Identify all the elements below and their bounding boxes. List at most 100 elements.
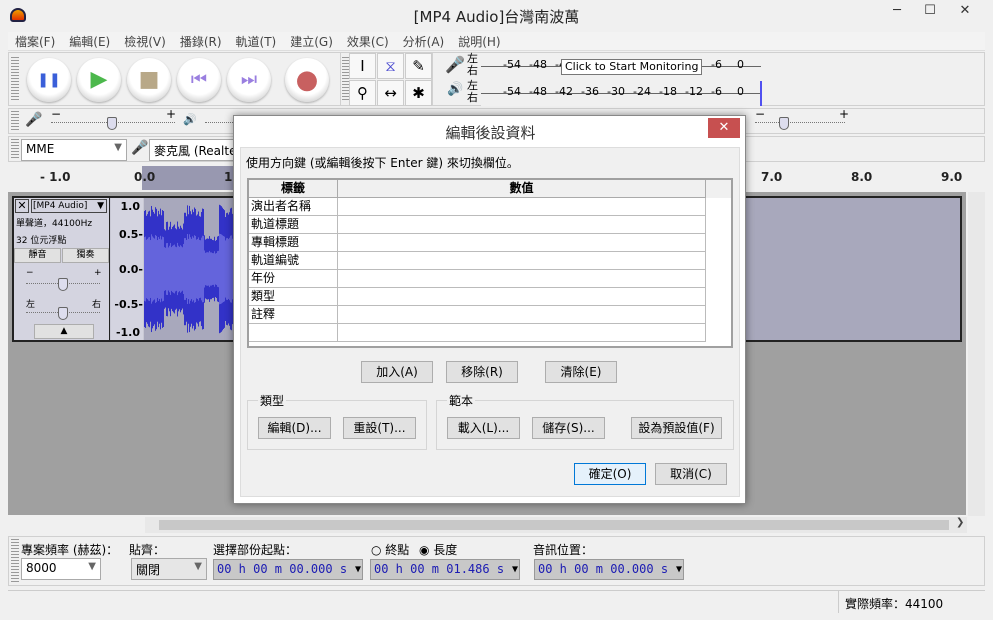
grid-row[interactable]: 年份 xyxy=(249,270,731,288)
selection-tool-icon[interactable]: I xyxy=(349,53,376,79)
menu-item[interactable]: 分析(A) xyxy=(396,32,452,51)
speaker-icon: 🔊 xyxy=(183,113,197,126)
toolbar-grip[interactable] xyxy=(11,539,19,583)
project-rate-select[interactable]: 8000 ▼ xyxy=(21,558,101,580)
dialog-close-button[interactable]: ✕ xyxy=(708,118,740,138)
record-button[interactable]: ● xyxy=(285,58,329,102)
skip-to-end-button[interactable]: ⏭ xyxy=(227,58,271,102)
mute-button[interactable]: 靜音 xyxy=(14,248,61,263)
envelope-tool-icon[interactable]: ⧖ xyxy=(377,53,404,79)
toolbar-grip[interactable] xyxy=(11,111,19,131)
reset-genre-button[interactable]: 重設(T)... xyxy=(343,417,416,439)
grid-row[interactable]: 軌道標題 xyxy=(249,216,731,234)
edit-genre-button[interactable]: 編輯(D)... xyxy=(258,417,331,439)
collapse-button[interactable]: ▲ xyxy=(34,324,94,339)
waveform-sample xyxy=(146,239,147,299)
value-cell[interactable] xyxy=(338,324,706,342)
slider-thumb[interactable] xyxy=(58,278,68,291)
monitoring-tooltip[interactable]: Click to Start Monitoring xyxy=(561,59,703,75)
clear-button[interactable]: 清除(E) xyxy=(545,361,617,383)
column-header-value[interactable]: 數值 xyxy=(338,180,706,198)
slider-thumb[interactable] xyxy=(58,307,68,320)
tag-cell[interactable]: 類型 xyxy=(249,288,338,306)
solo-button[interactable]: 獨奏 xyxy=(62,248,109,263)
grid-row[interactable] xyxy=(249,324,731,342)
track-close-button[interactable]: ✕ xyxy=(15,199,29,213)
menu-item[interactable]: 播錄(R) xyxy=(173,32,229,51)
track-menu-button[interactable]: [MP4 Audio] ▼ xyxy=(31,199,107,213)
waveform-sample xyxy=(226,238,227,300)
save-template-button[interactable]: 儲存(S)... xyxy=(532,417,605,439)
menu-item[interactable]: 軌道(T) xyxy=(229,32,284,51)
slider-thumb[interactable] xyxy=(107,117,117,130)
waveform-sample xyxy=(228,239,229,299)
microphone-icon[interactable]: 🎤 xyxy=(445,55,465,74)
grid-row[interactable]: 演出者名稱 xyxy=(249,198,731,216)
snap-select[interactable]: 關閉 ▼ xyxy=(131,558,207,580)
menu-item[interactable]: 說明(H) xyxy=(451,32,507,51)
selection-start-field[interactable]: 00 h 00 m 00.000 s ▼ xyxy=(213,559,363,580)
speaker-icon[interactable]: 🔊 xyxy=(447,82,463,97)
playback-meter[interactable]: -54 -48 -42 -36 -30 -24 -18 -12 -6 0 xyxy=(481,81,761,106)
play-button[interactable]: ▶ xyxy=(77,58,121,102)
microphone-icon: 🎤 xyxy=(25,112,43,128)
set-default-button[interactable]: 設為預設值(F) xyxy=(631,417,722,439)
add-button[interactable]: 加入(A) xyxy=(361,361,433,383)
tag-cell[interactable]: 註釋 xyxy=(249,306,338,324)
waveform-sample xyxy=(174,244,175,294)
play-at-speed-slider[interactable] xyxy=(755,121,845,123)
toolbar-grip[interactable] xyxy=(11,139,19,159)
stop-button[interactable]: ■ xyxy=(127,58,171,102)
remove-button[interactable]: 移除(R) xyxy=(446,361,518,383)
metadata-grid[interactable]: 標籤 數值 演出者名稱 軌道標題 專輯標題 軌道編號 年份 類型 註釋 xyxy=(247,178,733,348)
zoom-tool-icon[interactable]: ⚲ xyxy=(349,80,376,106)
menu-item[interactable]: 檢視(V) xyxy=(117,32,173,51)
timeshift-tool-icon[interactable]: ↔ xyxy=(377,80,404,106)
length-radio[interactable]: ◉ 長度 xyxy=(419,541,457,558)
audio-host-select[interactable]: MME ▼ xyxy=(21,139,127,161)
tag-cell[interactable]: 軌道標題 xyxy=(249,216,338,234)
grid-row[interactable]: 軌道編號 xyxy=(249,252,731,270)
grid-row[interactable]: 註釋 xyxy=(249,306,731,324)
column-header-tag[interactable]: 標籤 xyxy=(249,180,338,198)
slider-thumb[interactable] xyxy=(779,117,789,130)
playback-volume-slider[interactable] xyxy=(205,121,235,123)
tag-cell[interactable]: 年份 xyxy=(249,270,338,288)
end-radio[interactable]: ○ 終點 xyxy=(371,541,409,558)
menu-item[interactable]: 編輯(E) xyxy=(62,32,117,51)
cancel-button[interactable]: 取消(C) xyxy=(655,463,727,485)
scroll-right-icon[interactable]: ❯ xyxy=(956,517,964,528)
menu-item[interactable]: 建立(G) xyxy=(283,32,340,51)
value-cell[interactable] xyxy=(338,270,706,288)
minimize-button[interactable]: ─ xyxy=(881,0,913,22)
menu-item[interactable]: 檔案(F) xyxy=(8,32,62,51)
draw-tool-icon[interactable]: ✎ xyxy=(405,53,432,79)
menu-item[interactable]: 效果(C) xyxy=(340,32,396,51)
scrollbar-thumb[interactable] xyxy=(159,520,949,530)
horizontal-scrollbar[interactable] xyxy=(145,517,967,533)
grid-row[interactable]: 專輯標題 xyxy=(249,234,731,252)
multi-tool-icon[interactable]: ✱ xyxy=(405,80,432,106)
load-template-button[interactable]: 載入(L)... xyxy=(447,417,520,439)
ok-button[interactable]: 確定(O) xyxy=(574,463,646,485)
value-cell[interactable] xyxy=(338,288,706,306)
tag-cell[interactable]: 演出者名稱 xyxy=(249,198,338,216)
toolbar-grip[interactable] xyxy=(11,57,19,101)
maximize-button[interactable]: ☐ xyxy=(914,0,946,22)
skip-to-start-button[interactable]: ⏮ xyxy=(177,58,221,102)
pause-button[interactable]: ❚❚ xyxy=(27,58,71,102)
value-cell[interactable] xyxy=(338,252,706,270)
value-cell[interactable] xyxy=(338,198,706,216)
selection-length-field[interactable]: 00 h 00 m 01.486 s ▼ xyxy=(370,559,520,580)
value-cell[interactable] xyxy=(338,216,706,234)
tag-cell[interactable]: 軌道編號 xyxy=(249,252,338,270)
tag-cell[interactable] xyxy=(249,324,338,342)
value-cell[interactable] xyxy=(338,306,706,324)
tag-cell[interactable]: 專輯標題 xyxy=(249,234,338,252)
value-cell[interactable] xyxy=(338,234,706,252)
meter-tick: -6 xyxy=(711,85,722,98)
grid-row[interactable]: 類型 xyxy=(249,288,731,306)
close-button[interactable]: ✕ xyxy=(945,0,985,22)
vertical-scrollbar[interactable] xyxy=(968,192,985,516)
audio-position-field[interactable]: 00 h 00 m 00.000 s ▼ xyxy=(534,559,684,580)
